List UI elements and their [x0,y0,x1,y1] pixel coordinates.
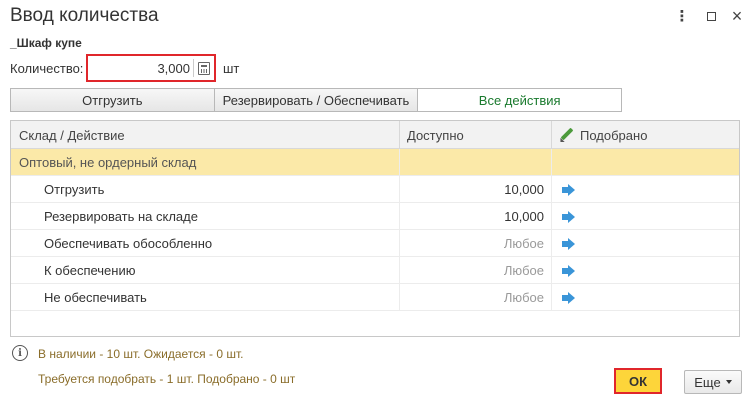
group-row-available [400,149,552,176]
row-available: Любое [400,257,552,284]
more-button[interactable]: Еще [684,370,742,394]
maximize-icon[interactable] [700,6,722,26]
column-header-picked[interactable]: Подобрано [552,121,739,149]
group-row-picked [552,149,739,176]
quantity-label: Количество: [10,61,84,76]
pencil-icon [560,128,574,142]
arrow-right-icon[interactable] [562,210,575,223]
more-button-label: Еще [694,374,721,390]
quantity-value[interactable]: 3,000 [157,61,190,76]
tab-ship[interactable]: Отгрузить [11,89,215,111]
tab-all-actions[interactable]: Все действия [418,89,622,111]
warehouse-table: Склад / Действие Доступно Подобрано Опто… [10,120,740,337]
row-picked[interactable] [552,203,739,230]
table-row[interactable]: Обеспечивать обособленно Любое [11,230,739,257]
arrow-right-icon[interactable] [562,183,575,196]
chevron-down-icon [725,380,732,384]
row-available: Любое [400,230,552,257]
column-header-warehouse[interactable]: Склад / Действие [11,121,400,149]
row-action: Резервировать на складе [11,203,400,230]
arrow-right-icon[interactable] [562,291,575,304]
pick-info: Требуется подобрать - 1 шт. Подобрано - … [38,372,296,386]
column-header-picked-label: Подобрано [580,127,648,143]
table-row[interactable]: К обеспечению Любое [11,257,739,284]
table-row[interactable]: Резервировать на складе 10,000 [11,203,739,230]
info-icon: i [12,345,28,361]
ok-button[interactable]: ОК [614,368,662,394]
table-row[interactable]: Отгрузить 10,000 [11,176,739,203]
calculator-icon[interactable] [198,62,210,75]
table-header: Склад / Действие Доступно Подобрано [11,121,739,149]
tab-reserve-provide[interactable]: Резервировать / Обеспечивать [214,89,419,111]
table-row[interactable]: Не обеспечивать Любое [11,284,739,311]
group-row[interactable]: Оптовый, не ордерный склад [11,149,739,176]
column-header-available[interactable]: Доступно [400,121,552,149]
row-available: 10,000 [400,203,552,230]
row-action: Обеспечивать обособленно [11,230,400,257]
quantity-field[interactable]: 3,000 [86,54,216,82]
row-action: Отгрузить [11,176,400,203]
product-name: _Шкаф купе [10,36,82,50]
row-action: Не обеспечивать [11,284,400,311]
quantity-unit: шт [223,61,240,76]
ok-button-label: ОК [628,373,648,389]
more-vertical-icon[interactable]: ⋮ [671,6,693,26]
row-picked[interactable] [552,230,739,257]
field-divider [193,59,194,77]
group-row-label: Оптовый, не ордерный склад [11,149,400,176]
row-available: 10,000 [400,176,552,203]
title-bar: Ввод количества ⋮ × [0,0,750,34]
arrow-right-icon[interactable] [562,264,575,277]
row-picked[interactable] [552,284,739,311]
action-tabs: Отгрузить Резервировать / Обеспечивать В… [10,88,622,112]
row-picked[interactable] [552,257,739,284]
arrow-right-icon[interactable] [562,237,575,250]
window-title: Ввод количества [10,5,159,26]
close-icon[interactable]: × [726,6,748,26]
row-available: Любое [400,284,552,311]
row-picked[interactable] [552,176,739,203]
stock-info: В наличии - 10 шт. Ожидается - 0 шт. [38,347,244,361]
row-action: К обеспечению [11,257,400,284]
